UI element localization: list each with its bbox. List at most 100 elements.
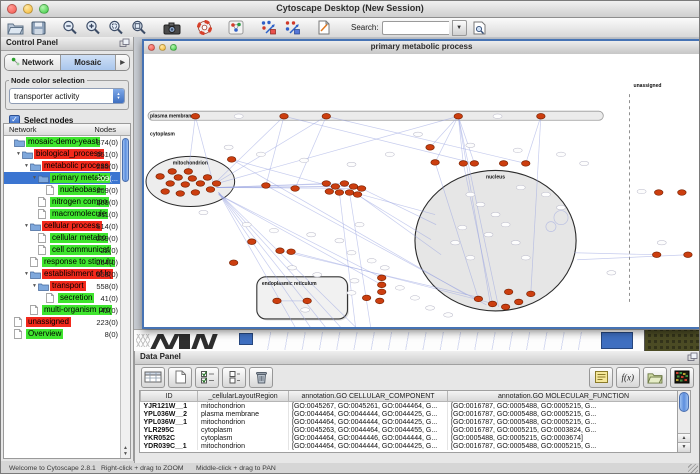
tree-row[interactable]: Overview8(0)	[4, 328, 130, 340]
network-node[interactable]	[527, 291, 535, 297]
network-node[interactable]	[280, 113, 288, 119]
network-node[interactable]	[181, 182, 189, 188]
network-node[interactable]	[262, 183, 270, 189]
network-node[interactable]	[161, 189, 169, 195]
tree-row[interactable]: unassigned223(0)	[4, 316, 130, 328]
tree-header[interactable]: Network Nodes	[4, 124, 130, 136]
save-button[interactable]	[29, 19, 48, 36]
network-node[interactable]	[377, 289, 385, 295]
tree-row[interactable]: ▼biological_process651(0)	[4, 148, 130, 160]
table-row[interactable]: YDR039C__1mitochondrion[GO:0044464, GO:0…	[141, 442, 680, 450]
table-row[interactable]: YLR295Ccytoplasm[GO:0045263, GO:0044464,…	[141, 426, 680, 434]
table-column-header[interactable]: ID	[141, 391, 198, 402]
network-node[interactable]	[287, 249, 295, 255]
network-node[interactable]	[227, 157, 235, 163]
checklist-button[interactable]	[195, 367, 219, 388]
layout-a-button[interactable]	[258, 19, 279, 36]
table-scrollbar[interactable]: ▲ ▼	[677, 390, 691, 453]
network-node[interactable]	[488, 301, 496, 307]
network-node[interactable]	[191, 113, 199, 119]
network-node[interactable]	[322, 181, 330, 187]
tree-row[interactable]: macromolecule311(0)	[4, 208, 130, 220]
tab-network[interactable]: Network	[5, 55, 61, 70]
snapshot-button[interactable]	[161, 19, 183, 36]
network-node[interactable]	[188, 176, 196, 182]
tree-scrollbar-arrows[interactable]: ▲▼	[121, 445, 130, 457]
network-node[interactable]	[375, 298, 383, 304]
network-node[interactable]	[176, 191, 184, 197]
matrix-button[interactable]	[670, 367, 694, 388]
network-node[interactable]	[353, 192, 361, 198]
network-node[interactable]	[459, 161, 467, 167]
tree-scrollbar-thumb[interactable]	[122, 138, 129, 182]
network-window-titlebar[interactable]: primary metabolic process	[144, 41, 699, 55]
network-node[interactable]	[684, 252, 692, 258]
network-node[interactable]	[191, 190, 199, 196]
network-node[interactable]	[184, 169, 192, 175]
search-dropdown-button[interactable]: ▼	[452, 20, 467, 36]
vizmapper-button[interactable]	[226, 19, 246, 36]
annotation-button[interactable]	[315, 19, 333, 36]
tree-row[interactable]: cell communicat22(0)	[4, 244, 130, 256]
table-scrollbar-thumb[interactable]	[679, 392, 689, 412]
network-node[interactable]	[377, 275, 385, 281]
table-row[interactable]: YKR052Ccytoplasm[GO:0044464, GO:0044446,…	[141, 434, 680, 442]
network-node[interactable]	[156, 174, 164, 180]
network-node[interactable]	[431, 160, 439, 166]
network-node[interactable]	[303, 298, 311, 304]
disclosure-triangle-icon[interactable]: ▼	[31, 175, 38, 181]
network-node[interactable]	[514, 299, 522, 305]
table-scroll-down-button[interactable]: ▼	[678, 442, 690, 452]
table-row[interactable]: YJR121W__1mitochondrion[GO:0045267, GO:0…	[141, 402, 680, 411]
squares-button[interactable]	[222, 367, 246, 388]
network-node[interactable]	[325, 189, 333, 195]
network-node[interactable]	[248, 239, 256, 245]
zoom-selected-button[interactable]	[106, 19, 126, 36]
tree-row[interactable]: nucleobase-209(0)	[4, 184, 130, 196]
network-node[interactable]	[426, 145, 434, 151]
table-row[interactable]: YPL036W__2plasma membrane[GO:0044464, GO…	[141, 410, 680, 418]
search-input[interactable]	[382, 21, 449, 35]
network-node[interactable]	[470, 161, 478, 167]
network-node[interactable]	[212, 181, 220, 187]
disclosure-triangle-icon[interactable]: ▼	[23, 271, 30, 277]
attribute-grid-button[interactable]	[141, 367, 165, 388]
tree-row[interactable]: ▼metabolic process280(0)	[4, 160, 130, 172]
network-node[interactable]	[345, 190, 353, 196]
zoom-out-button[interactable]	[60, 19, 80, 36]
search-options-button[interactable]	[470, 19, 489, 36]
network-node[interactable]	[501, 304, 509, 310]
network-node[interactable]	[357, 186, 365, 192]
notes-button[interactable]	[589, 367, 613, 388]
network-node[interactable]	[166, 181, 174, 187]
network-node[interactable]	[522, 161, 530, 167]
layout-b-button[interactable]	[282, 19, 303, 36]
zoom-in-button[interactable]	[83, 19, 103, 36]
tree-row[interactable]: response to stimulu264(0)	[4, 256, 130, 268]
network-node[interactable]	[331, 184, 339, 190]
table-column-header[interactable]: annotation.GO MOLECULAR_FUNCTION	[448, 391, 680, 402]
network-node[interactable]	[291, 186, 299, 192]
network-node[interactable]	[362, 295, 370, 301]
network-node[interactable]	[276, 248, 284, 254]
network-node[interactable]	[196, 181, 204, 187]
tree-row[interactable]: nitrogen compo209(0)	[4, 196, 130, 208]
table-column-header[interactable]: annotation.GO CELLULAR_COMPONENT	[289, 391, 448, 402]
table-row[interactable]: YPL036W__1mitochondrion[GO:0044464, GO:0…	[141, 418, 680, 426]
tree-row[interactable]: ▼transport558(0)	[4, 280, 130, 292]
tree-row[interactable]: mosaic-demo-yeast874(0)	[4, 136, 130, 148]
tree-row[interactable]: ▼cellular process614(0)	[4, 220, 130, 232]
network-node[interactable]	[340, 181, 348, 187]
network-node[interactable]	[203, 175, 211, 181]
disclosure-triangle-icon[interactable]: ▼	[31, 283, 38, 289]
disclosure-triangle-icon[interactable]: ▼	[15, 151, 22, 157]
tab-mosaic[interactable]: Mosaic	[61, 55, 117, 70]
network-node[interactable]	[273, 298, 281, 304]
tree-scrollbar[interactable]: ▲▼	[120, 136, 130, 458]
table-column-header[interactable]: _cellularLayoutRegion	[198, 391, 289, 402]
network-node[interactable]	[335, 190, 343, 196]
float-panel-icon[interactable]	[119, 38, 130, 52]
help-button[interactable]	[195, 19, 214, 36]
folder-open-button[interactable]	[643, 367, 667, 388]
network-node[interactable]	[678, 190, 686, 196]
